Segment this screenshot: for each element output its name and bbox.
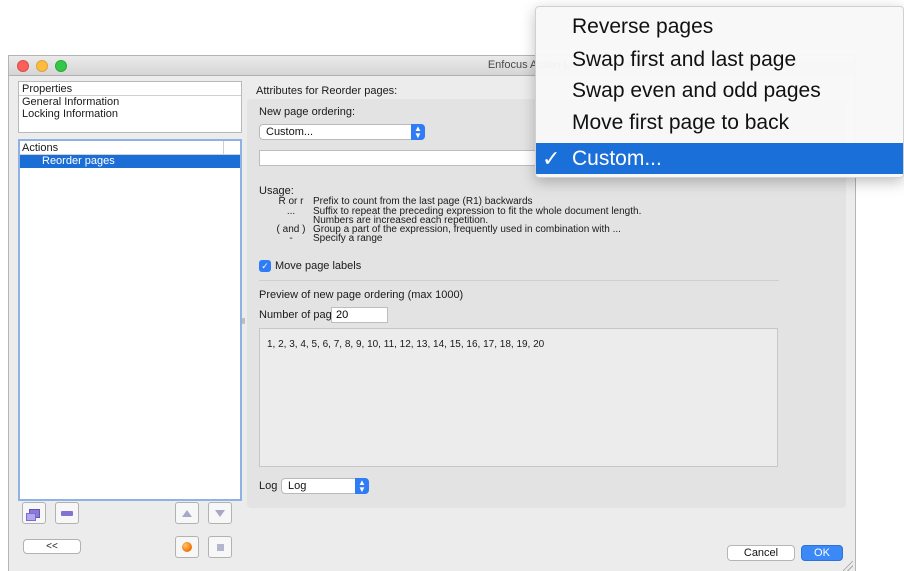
properties-item-locking-information[interactable]: Locking Information [19,108,241,120]
usage-key: ... [286,206,296,217]
ordering-label: New page ordering: [259,106,356,118]
menu-item-label: Swap first and last page [572,48,797,71]
properties-panel: Properties General Information Locking I… [18,81,242,133]
move-page-labels-label: Move page labels [275,260,362,272]
log-select-value: Log [288,480,307,492]
log-select[interactable]: Log ▲ ▼ [281,478,369,494]
ok-button[interactable]: OK [801,545,843,561]
move-up-button[interactable] [175,502,199,524]
usage-desc: Specify a range [313,233,383,244]
usage-table: R or r Prefix to count from the last pag… [271,197,791,257]
menu-item-label: Custom... [572,147,662,170]
usage-desc: Prefix to count from the last page (R1) … [313,196,533,207]
menu-item-label: Swap even and odd pages [572,79,821,102]
menu-item-move-first-to-back[interactable]: Move first page to back [536,107,903,138]
menu-item-label: Move first page to back [572,111,790,134]
ordering-select-value: Custom... [266,126,314,138]
menu-item-swap-even-odd[interactable]: Swap even and odd pages [536,75,903,106]
preview-text: 1, 2, 3, 4, 5, 6, 7, 8, 9, 10, 11, 12, 1… [267,339,545,350]
move-page-labels-checkbox[interactable]: ✓ [259,260,271,272]
usage-key: R or r [278,196,304,207]
properties-header: Properties [19,82,241,96]
window-resize-handle[interactable] [843,561,853,571]
log-label: Log [259,480,278,492]
screen: Enfocus Action List Editor - Untitled (2… [0,0,904,571]
actions-panel: Actions Reorder pages [18,139,242,501]
stop-button[interactable] [208,536,232,558]
menu-item-label: Reverse pages [572,15,714,38]
record-ball-icon [182,542,192,552]
actions-header: Actions [20,141,240,155]
menu-item-swap-first-last[interactable]: Swap first and last page [536,44,903,75]
stop-square-icon [216,543,224,551]
duplicate-icon [25,508,40,521]
custom-ordering-input[interactable] [259,150,539,166]
ordering-dropdown-menu: Reverse pages Swap first and last page S… [535,6,904,178]
run-button[interactable] [175,536,199,558]
ordering-select[interactable]: Custom... ▲ ▼ [259,124,425,140]
preview-box: 1, 2, 3, 4, 5, 6, 7, 8, 9, 10, 11, 12, 1… [259,328,778,467]
usage-key: - [289,233,293,244]
menu-item-custom[interactable]: ✓ Custom... [536,143,903,174]
arrow-down-icon [215,509,225,517]
select-arrows-icon: ▲ ▼ [411,124,425,140]
collapse-button[interactable]: << [23,539,81,554]
number-of-pages-input[interactable]: 20 [331,307,388,323]
preview-label: Preview of new page ordering (max 1000) [259,289,464,301]
select-arrows-icon: ▲ ▼ [355,478,369,494]
cancel-button[interactable]: Cancel [727,545,795,561]
separator [259,280,779,281]
properties-item-general-information[interactable]: General Information [19,96,241,108]
move-down-button[interactable] [208,502,232,524]
duplicate-action-button[interactable] [22,502,46,524]
menu-item-reverse-pages[interactable]: Reverse pages [536,11,903,42]
remove-action-button[interactable] [55,502,79,524]
arrow-up-icon [182,509,192,517]
panel-splitter-handle[interactable] [242,318,245,324]
attributes-title: Attributes for Reorder pages: [256,85,398,97]
minus-icon [61,510,73,516]
checkmark-icon: ✓ [542,146,561,171]
action-item-reorder-pages[interactable]: Reorder pages [20,155,240,168]
